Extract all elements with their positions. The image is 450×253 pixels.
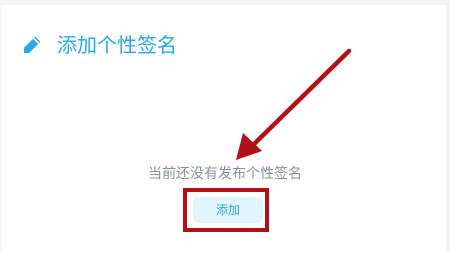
pencil-icon <box>21 34 43 56</box>
add-signature-button[interactable]: 添加 <box>193 197 263 223</box>
empty-state-message: 当前还没有发布个性签名 <box>148 166 302 182</box>
card-header: 添加个性签名 <box>21 30 177 60</box>
card-title: 添加个性签名 <box>57 33 177 57</box>
